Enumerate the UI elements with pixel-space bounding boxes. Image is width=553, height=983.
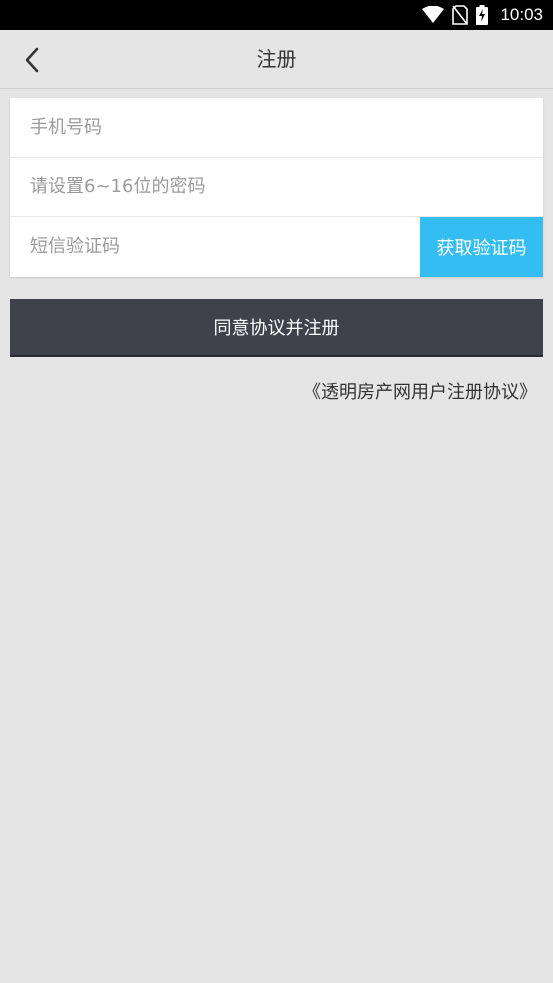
status-bar: 10:03 <box>0 0 553 30</box>
sms-row: 获取验证码 <box>10 217 543 277</box>
password-row <box>10 157 543 217</box>
agreement-link[interactable]: 《透明房产网用户注册协议》 <box>303 378 537 404</box>
phone-row <box>10 98 543 158</box>
password-input[interactable] <box>10 157 543 216</box>
register-button[interactable]: 同意协议并注册 <box>10 299 543 357</box>
register-form: 获取验证码 <box>10 98 543 277</box>
sms-code-input[interactable] <box>10 217 420 277</box>
battery-charging-icon <box>476 5 489 25</box>
nav-bar: 注册 <box>0 30 553 89</box>
status-time: 10:03 <box>500 5 543 24</box>
phone-input[interactable] <box>10 98 543 157</box>
wifi-icon <box>422 6 445 24</box>
no-sim-icon <box>452 5 469 25</box>
get-code-button[interactable]: 获取验证码 <box>420 217 543 277</box>
page-title: 注册 <box>256 47 297 71</box>
